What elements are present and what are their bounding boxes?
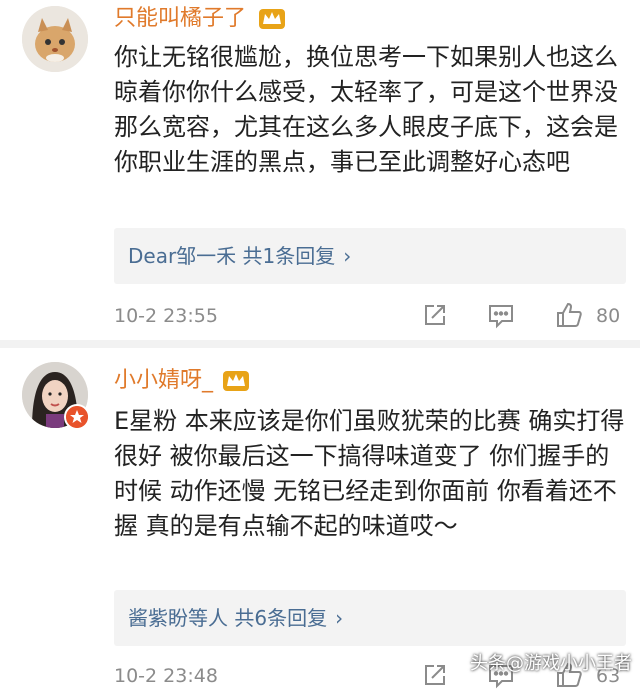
share-icon[interactable] (420, 660, 450, 690)
timestamp: 10-2 23:55 (114, 305, 218, 327)
reply-summary-button[interactable]: Dear邹一禾 共1条回复 › (114, 228, 626, 284)
comment-text: E星粉 本来应该是你们虽败犹荣的比赛 确实打得很好 被你最后这一下搞得味道变了 … (114, 407, 625, 540)
verified-badge-icon (64, 404, 90, 430)
divider (0, 340, 640, 348)
username[interactable]: 只能叫橘子了 (114, 4, 246, 34)
reply-summary-label: 酱紫盼等人 共6条回复 (128, 606, 328, 630)
watermark: 头条@游戏小小王者 (470, 653, 632, 674)
timestamp: 10-2 23:48 (114, 665, 218, 687)
like-count: 80 (596, 305, 621, 327)
share-icon[interactable] (420, 300, 450, 330)
chevron-right-icon: › (343, 244, 352, 268)
avatar[interactable] (22, 6, 88, 72)
crown-icon (259, 9, 285, 29)
comment-meta: 10-2 23:55 80 (114, 296, 626, 336)
reply-summary-text: Dear邹一禾 共1条回复 › (128, 241, 351, 271)
crown-icon (223, 371, 249, 391)
like-icon[interactable] (554, 300, 584, 330)
chevron-right-icon: › (335, 606, 344, 630)
comment-icon[interactable] (486, 300, 516, 330)
comment-item: 只能叫橘子了 你让无铭很尴尬，换位思考一下如果别人也这么晾着你你什么感受，太轻率… (0, 0, 640, 340)
reply-summary-button[interactable]: 酱紫盼等人 共6条回复 › (114, 590, 626, 646)
username[interactable]: 小小婧呀_ (114, 366, 213, 396)
reply-summary-text: 酱紫盼等人 共6条回复 › (128, 603, 343, 633)
reply-summary-label: Dear邹一禾 共1条回复 (128, 244, 336, 268)
comment-item: 小小婧呀_ E星粉 本来应该是你们虽败犹荣的比赛 确实打得很好 被你最后这一下搞… (0, 348, 640, 689)
comment-text: 你让无铭很尴尬，换位思考一下如果别人也这么晾着你你什么感受，太轻率了，可是这个世… (114, 43, 618, 176)
